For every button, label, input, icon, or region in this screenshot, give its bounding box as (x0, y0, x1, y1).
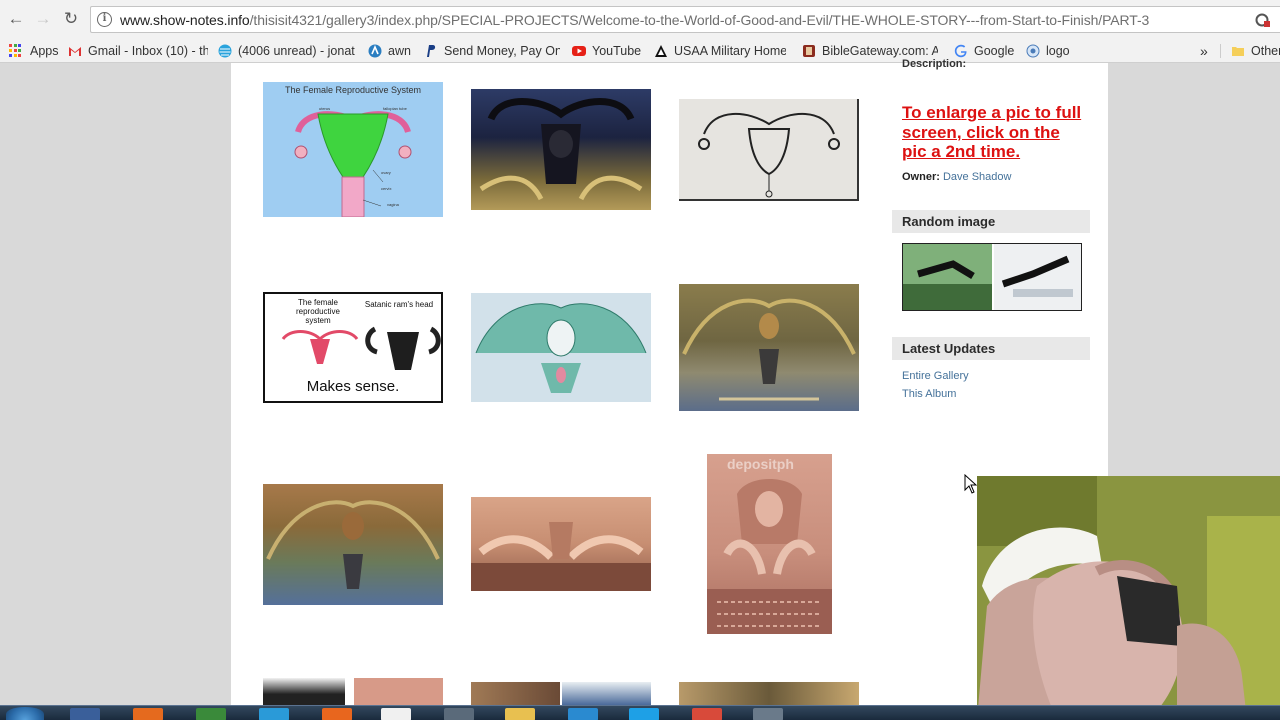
bookmark-usaa[interactable]: USAA Military Home, (654, 42, 786, 59)
url-text[interactable]: www.show-notes.info/thisisit4321/gallery… (120, 12, 1149, 28)
youtube-icon (572, 45, 586, 56)
windows-taskbar (0, 705, 1280, 720)
thumbnail-makes-sense[interactable]: The female reproductive system Satanic r… (263, 292, 443, 403)
label-cervix: cervix (381, 186, 392, 191)
gmail-icon (69, 46, 81, 56)
thumbnail-row4-d[interactable] (562, 682, 651, 705)
ornament-dark-drawing (479, 98, 643, 201)
bookmarks-overflow-chevron[interactable]: » (1200, 42, 1208, 59)
thumbnail-ornament-sketch[interactable] (679, 99, 859, 201)
bookmark-att[interactable]: (4006 unread) - jonat (218, 42, 356, 59)
label-ovary: ovary (381, 170, 391, 175)
ornament-gold-drawing (682, 298, 856, 401)
carving-wide-drawing (471, 522, 651, 591)
taskbar-app-icon[interactable] (444, 708, 474, 720)
google-icon (954, 44, 967, 57)
caption-makes-sense: Makes sense. (306, 378, 400, 395)
bookmark-other[interactable]: Other (1231, 42, 1280, 59)
thumbnail-ornament-bronze[interactable] (263, 484, 443, 605)
enlarge-instruction-link[interactable]: To enlarge a pic to full screen, click o… (902, 103, 1082, 162)
taskbar-skype-icon[interactable] (629, 708, 659, 720)
taskbar-explorer-icon[interactable] (505, 708, 535, 720)
thumbnail-ornament-gold[interactable] (679, 284, 859, 411)
biblegateway-icon (803, 44, 815, 57)
random-image-heading: Random image (892, 210, 1090, 233)
usaa-icon (655, 44, 667, 57)
webcam-video (977, 476, 1280, 720)
start-button-icon[interactable] (6, 707, 44, 720)
owner-line: Owner: Dave Shadow (902, 171, 1011, 183)
taskbar-app-icon[interactable] (753, 708, 783, 720)
description-label: Description: (902, 58, 967, 70)
ornament-sketch-drawing (698, 113, 840, 198)
thumbnail-carving-wide[interactable] (471, 497, 651, 591)
att-icon (218, 44, 232, 57)
latest-updates-heading: Latest Updates (892, 337, 1090, 360)
bookmarks-separator (1220, 44, 1221, 58)
taskbar-chrome-icon[interactable] (692, 708, 722, 720)
mouse-cursor-icon (964, 474, 978, 494)
bookmark-logo[interactable]: logo (1026, 42, 1070, 59)
taskbar-ebay-icon[interactable] (381, 708, 411, 720)
thumbnail-female-reproductive-system[interactable]: The Female Reproductive System uterus fa… (263, 82, 443, 217)
thumbnail-ornament-green[interactable] (471, 293, 651, 402)
bookmark-awn[interactable]: awn (368, 42, 411, 59)
thumbnail-row4-e[interactable] (679, 682, 859, 705)
bookmark-biblegateway[interactable]: BibleGateway.com: A (802, 42, 938, 59)
address-bar[interactable]: i www.show-notes.info/thisisit4321/galle… (90, 6, 1280, 33)
carving-tall-drawing (707, 479, 832, 634)
url-path: /thisisit4321/gallery3/index.php/SPECIAL… (249, 12, 1150, 28)
taskbar-ie-icon[interactable] (259, 708, 289, 720)
this-album-link[interactable]: This Album (902, 388, 956, 400)
owner-label: Owner: (902, 171, 940, 183)
thumbnail-carving-tall[interactable]: depositph (707, 454, 832, 634)
bookmark-paypal[interactable]: Send Money, Pay Onli (424, 42, 560, 59)
ornament-green-drawing (475, 303, 647, 393)
reproductive-diagram (294, 111, 412, 217)
label-fallopian-tube: fallopian tube (383, 106, 407, 111)
reload-icon[interactable]: ↻ (60, 8, 82, 30)
ornament-bronze-drawing (266, 500, 440, 589)
random-image-thumbnail[interactable] (902, 243, 1082, 311)
info-icon[interactable]: i (97, 12, 112, 27)
webcam-overlay (977, 476, 1280, 720)
taskbar-app-icon[interactable] (568, 708, 598, 720)
bookmark-youtube[interactable]: YouTube (572, 42, 641, 59)
owner-link[interactable]: Dave Shadow (943, 171, 1012, 183)
awn-icon (368, 44, 382, 57)
bookmark-apps[interactable]: Apps (9, 42, 59, 59)
label-uterus: uterus (319, 106, 331, 111)
apps-icon (9, 44, 22, 57)
watermark-text: depositph (727, 456, 794, 472)
browser-toolbar: ← → ↻ i www.show-notes.info/thisisit4321… (0, 0, 1280, 38)
globe-icon (1026, 44, 1040, 57)
bookmarks-bar: Apps Gmail - Inbox (10) - th (4006 unrea… (0, 38, 1280, 63)
paypal-icon (427, 44, 436, 57)
bookmark-gmail[interactable]: Gmail - Inbox (10) - th (68, 42, 208, 59)
taskbar-firefox-icon[interactable] (133, 708, 163, 720)
taskbar-app-icon[interactable] (196, 708, 226, 720)
taskbar-app-icon[interactable] (70, 708, 100, 720)
extension-icon[interactable] (1255, 12, 1271, 28)
folder-icon (1232, 46, 1244, 56)
thumbnail-ornament-dark[interactable] (471, 89, 651, 210)
thumbnail-row4-b[interactable] (354, 678, 443, 705)
bookmark-google[interactable]: Google (954, 42, 1014, 59)
random-image-drawing (903, 244, 1081, 310)
thumbnail-row4-a[interactable] (263, 678, 345, 705)
url-host: www.show-notes.info (120, 12, 250, 28)
back-arrow-icon[interactable]: ← (5, 8, 27, 30)
thumbnail-row4-c[interactable] (471, 682, 560, 705)
forward-arrow-icon[interactable]: → (32, 8, 54, 30)
entire-gallery-link[interactable]: Entire Gallery (902, 370, 969, 382)
label-vagina: vagina (387, 202, 399, 207)
taskbar-app-icon[interactable] (322, 708, 352, 720)
